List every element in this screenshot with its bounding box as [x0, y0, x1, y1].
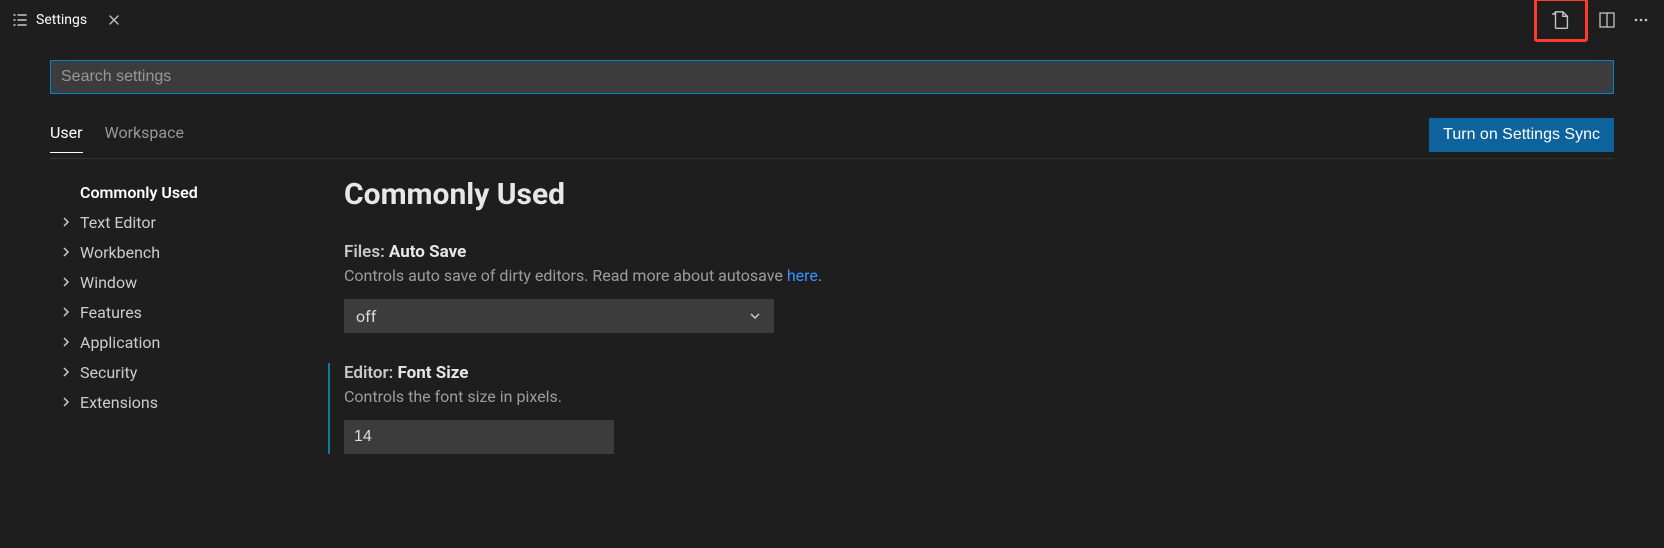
search-settings-input[interactable] — [50, 60, 1614, 94]
chevron-right-icon — [60, 366, 74, 378]
close-icon[interactable] — [107, 13, 121, 27]
tab-title: Settings — [36, 12, 87, 28]
toc-item-extensions[interactable]: Extensions — [60, 387, 320, 417]
section-title: Commonly Used — [344, 177, 1634, 212]
toc-item-label: Text Editor — [80, 213, 156, 232]
toc-item-commonly-used[interactable]: Commonly Used — [60, 177, 320, 207]
chevron-right-icon — [60, 306, 74, 318]
toc-item-features[interactable]: Features — [60, 297, 320, 327]
split-editor-button[interactable] — [1592, 5, 1622, 35]
settings-sync-button[interactable]: Turn on Settings Sync — [1429, 118, 1614, 152]
toc-item-text-editor[interactable]: Text Editor — [60, 207, 320, 237]
toc-item-security[interactable]: Security — [60, 357, 320, 387]
tab-user[interactable]: User — [50, 123, 83, 153]
toc-item-application[interactable]: Application — [60, 327, 320, 357]
toc-item-window[interactable]: Window — [60, 267, 320, 297]
settings-toc: Commonly Used Text Editor Workbench Wind… — [30, 177, 320, 484]
setting-editor-font-size: Editor: Font Size Controls the font size… — [328, 363, 1634, 454]
chevron-right-icon — [60, 216, 74, 228]
toc-item-workbench[interactable]: Workbench — [60, 237, 320, 267]
more-actions-button[interactable] — [1626, 5, 1656, 35]
toc-item-label: Commonly Used — [80, 183, 198, 202]
toc-item-label: Features — [80, 303, 142, 322]
tab-workspace[interactable]: Workspace — [105, 123, 184, 153]
settings-tab[interactable]: Settings — [0, 0, 133, 40]
select-value: off — [356, 307, 376, 326]
open-settings-json-button[interactable] — [1534, 0, 1588, 42]
chevron-right-icon — [60, 336, 74, 348]
chevron-right-icon — [60, 276, 74, 288]
auto-save-select[interactable]: off — [344, 299, 774, 333]
font-size-input[interactable] — [344, 420, 614, 454]
autosave-docs-link[interactable]: here — [787, 266, 818, 285]
chevron-right-icon — [60, 246, 74, 258]
chevron-down-icon — [748, 309, 762, 323]
chevron-right-icon — [60, 396, 74, 408]
toc-item-label: Security — [80, 363, 137, 382]
toc-item-label: Extensions — [80, 393, 158, 412]
setting-label: Editor: Font Size — [344, 363, 1634, 383]
toc-item-label: Workbench — [80, 243, 160, 262]
setting-description: Controls auto save of dirty editors. Rea… — [344, 266, 1634, 285]
setting-label: Files: Auto Save — [344, 242, 1634, 262]
toc-item-label: Window — [80, 273, 137, 292]
settings-list-icon — [12, 12, 28, 28]
setting-description: Controls the font size in pixels. — [344, 387, 1634, 406]
toc-item-label: Application — [80, 333, 160, 352]
setting-files-auto-save: Files: Auto Save Controls auto save of d… — [344, 242, 1634, 333]
